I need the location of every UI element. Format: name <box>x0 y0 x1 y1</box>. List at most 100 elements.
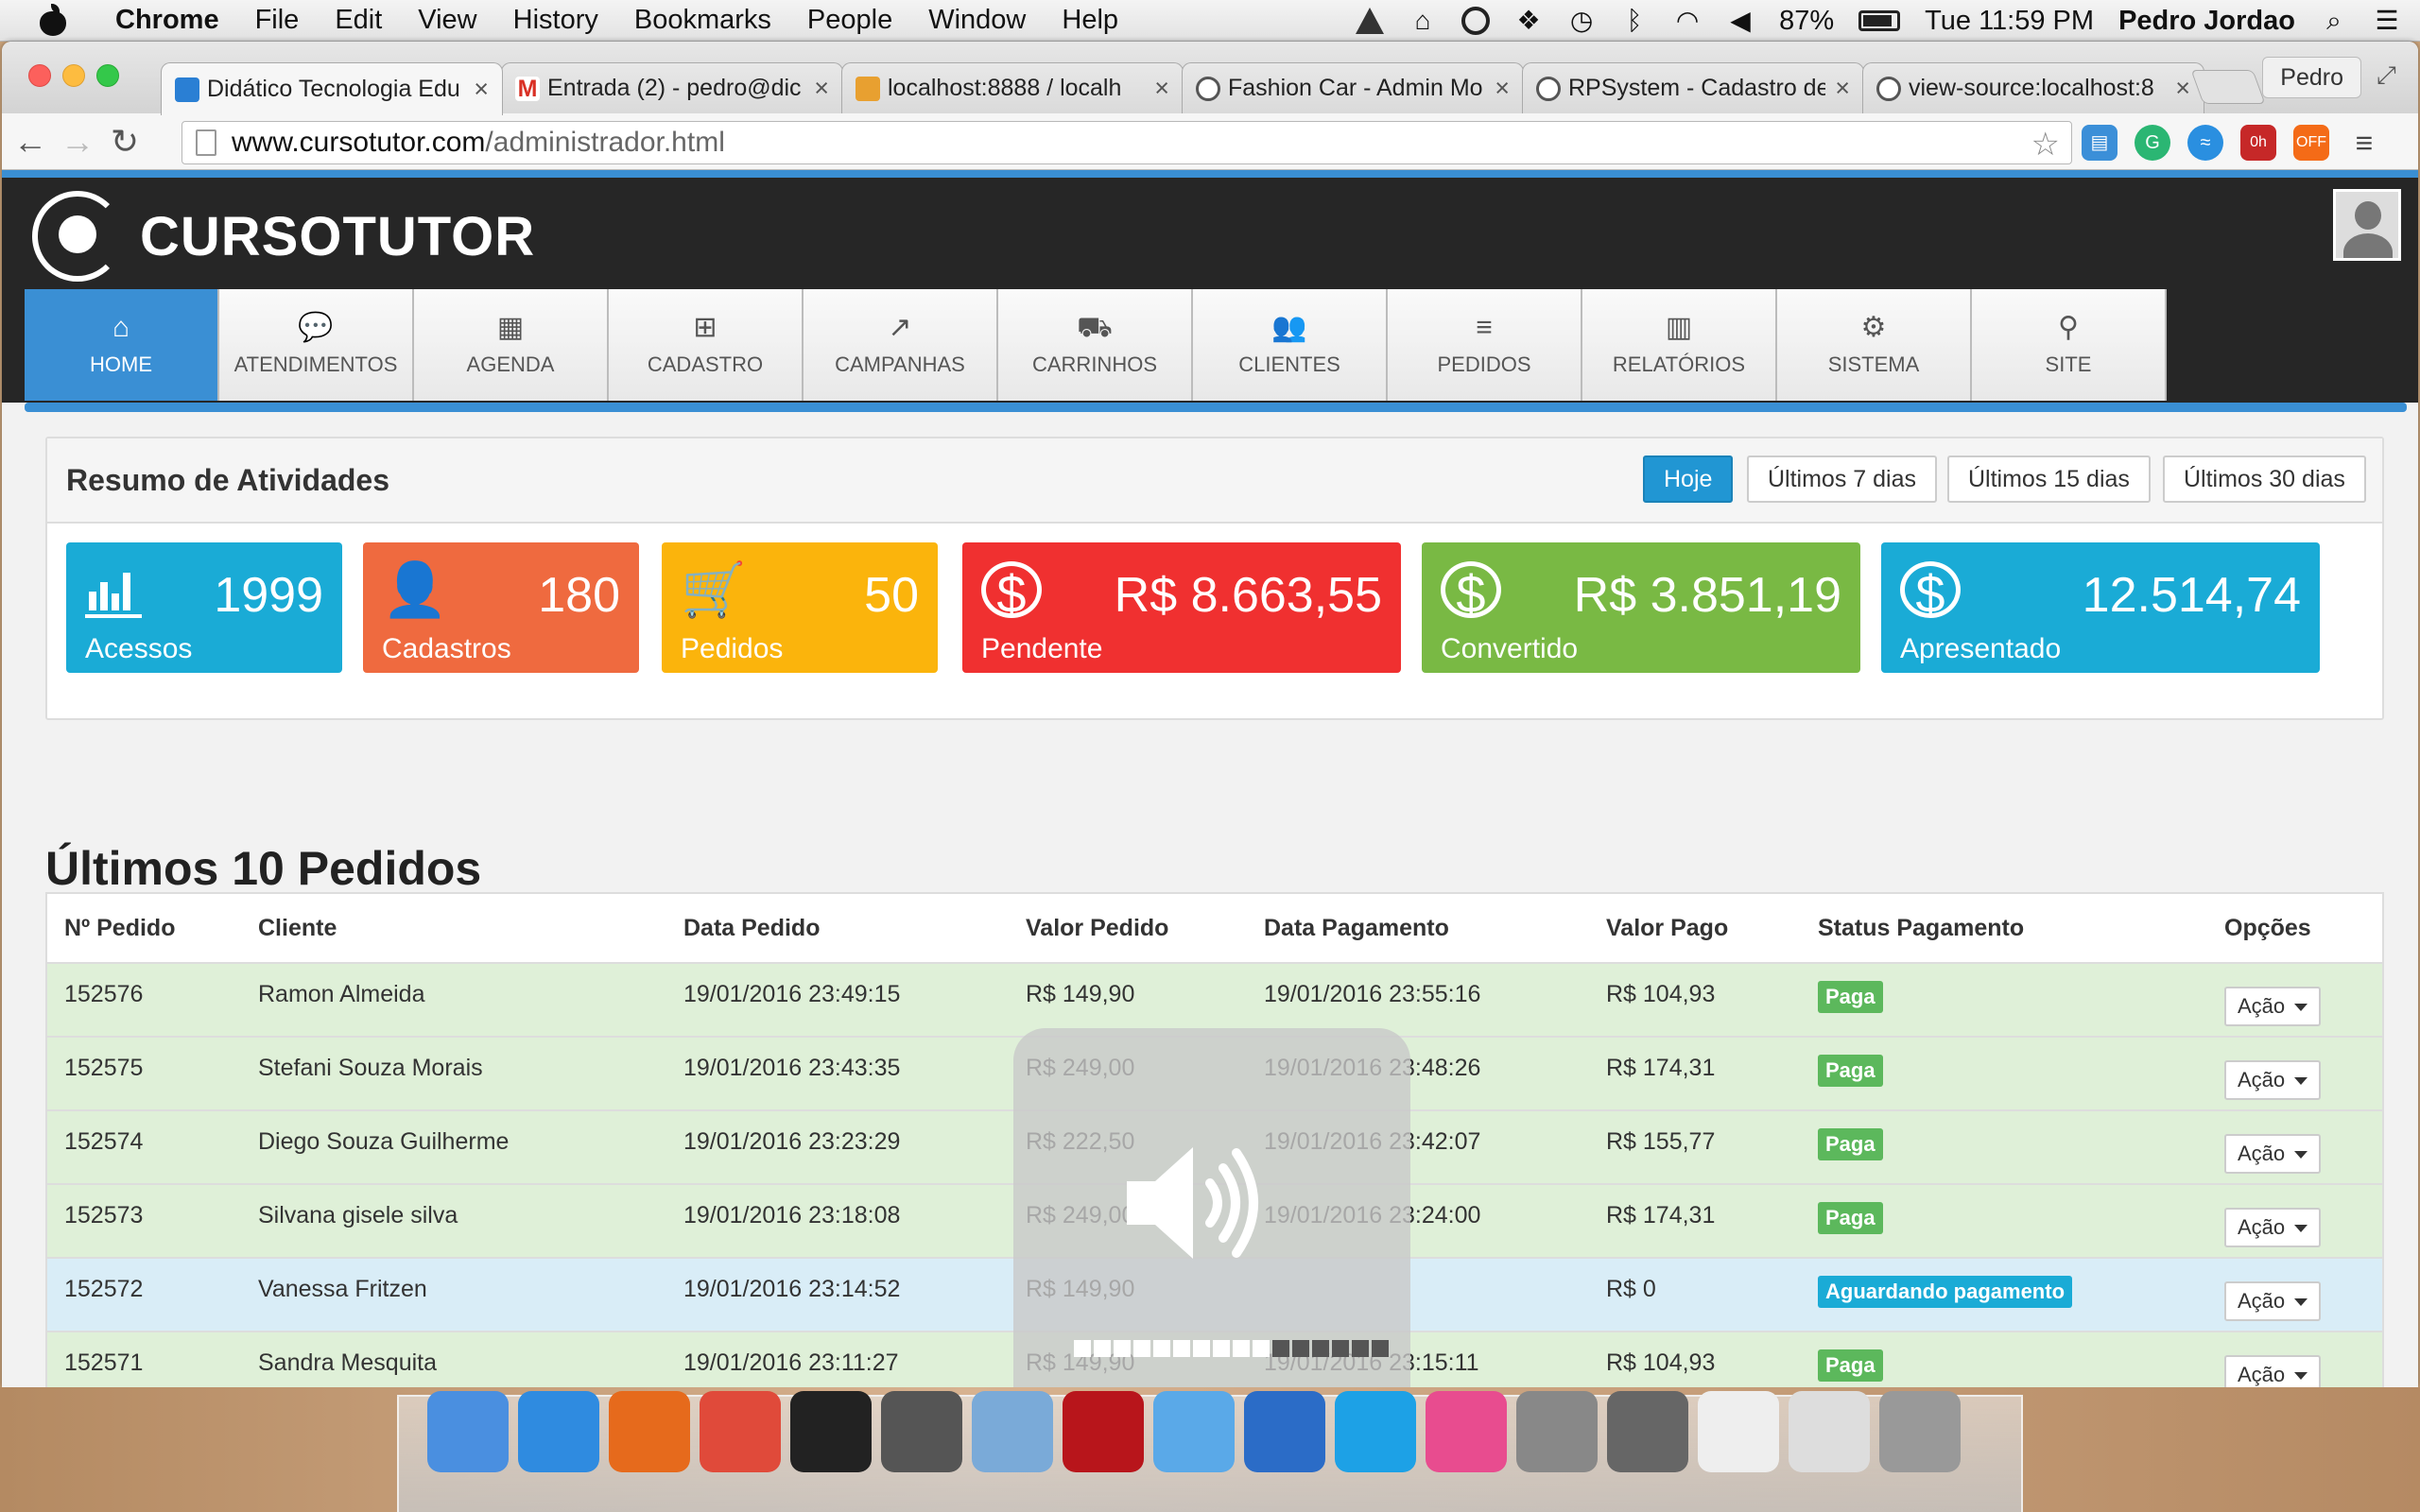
battery-icon[interactable] <box>1858 10 1901 31</box>
browser-tab[interactable]: M Entrada (2) - pedro@dic × <box>501 62 843 113</box>
dropbox-icon[interactable]: ❖ <box>1514 7 1543 35</box>
action-dropdown-button[interactable]: Ação <box>2224 1355 2322 1387</box>
preview-icon[interactable] <box>1789 1391 1870 1472</box>
stat-card-cadastros[interactable]: 👤 180 Cadastros <box>363 542 639 673</box>
tab-close-icon[interactable]: × <box>2175 74 2190 103</box>
messages-icon[interactable] <box>1153 1391 1235 1472</box>
nav-campanhas[interactable]: ↗ CAMPANHAS <box>804 289 998 401</box>
nav-home[interactable]: ⌂ HOME <box>25 289 219 401</box>
address-bar[interactable]: www.cursotutor.com/administrador.html ☆ <box>182 121 2072 164</box>
user-avatar[interactable] <box>2333 189 2401 261</box>
stat-card-convertido[interactable]: $ R$ 3.851,19 Convertido <box>1422 542 1860 673</box>
adblock-off-extension-icon[interactable]: OFF <box>2293 125 2329 161</box>
folder-extension-icon[interactable]: ▤ <box>2082 125 2118 161</box>
browser-tab[interactable]: RPSystem - Cadastro de × <box>1522 62 1864 113</box>
menu-edit[interactable]: Edit <box>335 5 382 36</box>
virtualbox-icon[interactable] <box>972 1391 1053 1472</box>
filter-30-days-button[interactable]: Últimos 30 dias <box>2163 455 2366 503</box>
nav-carrinhos[interactable]: ⛟ CARRINHOS <box>998 289 1193 401</box>
menu-window[interactable]: Window <box>928 5 1026 36</box>
time-machine-icon[interactable]: ◷ <box>1567 7 1596 35</box>
caret-down-icon <box>2294 1004 2308 1012</box>
apple-icon[interactable] <box>34 3 83 36</box>
action-dropdown-button[interactable]: Ação <box>2224 1134 2322 1174</box>
tab-close-icon[interactable]: × <box>1154 74 1169 103</box>
sublime-icon[interactable] <box>881 1391 962 1472</box>
itunes-icon[interactable] <box>1426 1391 1507 1472</box>
menu-view[interactable]: View <box>418 5 476 36</box>
nav-agenda[interactable]: ▦ AGENDA <box>414 289 609 401</box>
nav-clientes[interactable]: 👥 CLIENTES <box>1193 289 1388 401</box>
textedit-icon[interactable] <box>1698 1391 1779 1472</box>
clock[interactable]: Tue 11:59 PM <box>1925 6 2094 37</box>
site-logo[interactable]: CURSOTUTOR <box>32 191 535 282</box>
filter-7-days-button[interactable]: Últimos 7 dias <box>1747 455 1937 503</box>
airport-utility-icon[interactable]: ⌂ <box>1409 7 1437 35</box>
minimize-window-button[interactable] <box>62 64 85 87</box>
menu-people[interactable]: People <box>807 5 892 36</box>
menu-app-name[interactable]: Chrome <box>115 5 219 36</box>
skype-icon[interactable] <box>1335 1391 1416 1472</box>
browser-tab[interactable]: view-source:localhost:8 × <box>1862 62 2204 113</box>
nav-site[interactable]: ⚲ SITE <box>1972 289 2167 401</box>
menu-bookmarks[interactable]: Bookmarks <box>634 5 771 36</box>
menu-help[interactable]: Help <box>1062 5 1118 36</box>
menu-file[interactable]: File <box>255 5 300 36</box>
timer-extension-icon[interactable]: 0h <box>2240 125 2276 161</box>
stat-card-acessos[interactable]: 1999 Acessos <box>66 542 342 673</box>
sync-extension-icon[interactable]: ≈ <box>2187 125 2223 161</box>
browser-tab[interactable]: Fashion Car - Admin Mo × <box>1182 62 1524 113</box>
stat-card-pendente[interactable]: $ R$ 8.663,55 Pendente <box>962 542 1401 673</box>
finder-icon[interactable] <box>427 1391 509 1472</box>
sync-status-icon[interactable] <box>1461 7 1491 35</box>
menu-history[interactable]: History <box>513 5 598 36</box>
zoom-window-button[interactable] <box>96 64 119 87</box>
action-dropdown-button[interactable]: Ação <box>2224 1208 2322 1247</box>
safari-icon[interactable] <box>518 1391 599 1472</box>
nav-sistema[interactable]: ⚙ SISTEMA <box>1777 289 1972 401</box>
spotlight-search-icon[interactable]: ⌕ <box>2320 7 2348 35</box>
tab-close-icon[interactable]: × <box>814 74 829 103</box>
browser-tab[interactable]: Didático Tecnologia Edu × <box>161 62 503 115</box>
reload-icon[interactable]: ↻ <box>106 122 144 161</box>
bluetooth-icon[interactable]: ᛒ <box>1620 7 1649 35</box>
fullscreen-icon[interactable]: ⤢ <box>2377 60 2405 89</box>
terminal-icon[interactable] <box>790 1391 872 1472</box>
stat-card-pedidos[interactable]: 🛒 50 Pedidos <box>662 542 938 673</box>
google-drive-icon[interactable] <box>1356 8 1385 34</box>
close-window-button[interactable] <box>28 64 51 87</box>
chrome-icon[interactable] <box>700 1391 781 1472</box>
notification-center-icon[interactable]: ☰ <box>2373 7 2401 35</box>
browser-tab[interactable]: localhost:8888 / localh × <box>841 62 1184 113</box>
filezilla-icon[interactable] <box>1063 1391 1144 1472</box>
volume-icon[interactable]: ◀ <box>1726 7 1754 35</box>
action-dropdown-button[interactable]: Ação <box>2224 1060 2322 1100</box>
thunderbird-icon[interactable] <box>1244 1391 1325 1472</box>
profile-button[interactable]: Pedro <box>2262 57 2361 98</box>
wifi-icon[interactable]: ◠ <box>1673 7 1702 35</box>
nav-relatorios[interactable]: ▥ RELATÓRIOS <box>1582 289 1777 401</box>
tab-close-icon[interactable]: × <box>1495 74 1510 103</box>
nav-cadastro[interactable]: ⊞ CADASTRO <box>609 289 804 401</box>
grammarly-extension-icon[interactable]: G <box>2135 125 2170 161</box>
nav-pedidos[interactable]: ≡ PEDIDOS <box>1388 289 1582 401</box>
stat-card-apresentado[interactable]: $ 12.514,74 Apresentado <box>1881 542 2320 673</box>
tab-close-icon[interactable]: × <box>1835 74 1850 103</box>
new-tab-button[interactable] <box>2190 70 2266 104</box>
chrome-menu-icon[interactable]: ≡ <box>2346 125 2382 161</box>
filter-today-button[interactable]: Hoje <box>1643 455 1734 503</box>
mac-menubar: Chrome File Edit View History Bookmarks … <box>0 0 2420 42</box>
trash-icon[interactable] <box>1879 1391 1961 1472</box>
nav-atendimentos[interactable]: 💬 ATENDIMENTOS <box>219 289 414 401</box>
tab-close-icon[interactable]: × <box>474 75 489 104</box>
bookmark-star-icon[interactable]: ☆ <box>2031 126 2060 163</box>
action-dropdown-button[interactable]: Ação <box>2224 1281 2322 1321</box>
firefox-icon[interactable] <box>609 1391 690 1472</box>
back-arrow-icon[interactable]: ← <box>11 122 49 161</box>
system-preferences-icon[interactable] <box>1516 1391 1598 1472</box>
action-dropdown-button[interactable]: Ação <box>2224 987 2322 1026</box>
forward-arrow-icon[interactable]: → <box>59 122 96 161</box>
filter-15-days-button[interactable]: Últimos 15 dias <box>1947 455 2151 503</box>
sequel-pro-icon[interactable] <box>1607 1391 1688 1472</box>
user-name[interactable]: Pedro Jordao <box>2118 6 2295 37</box>
